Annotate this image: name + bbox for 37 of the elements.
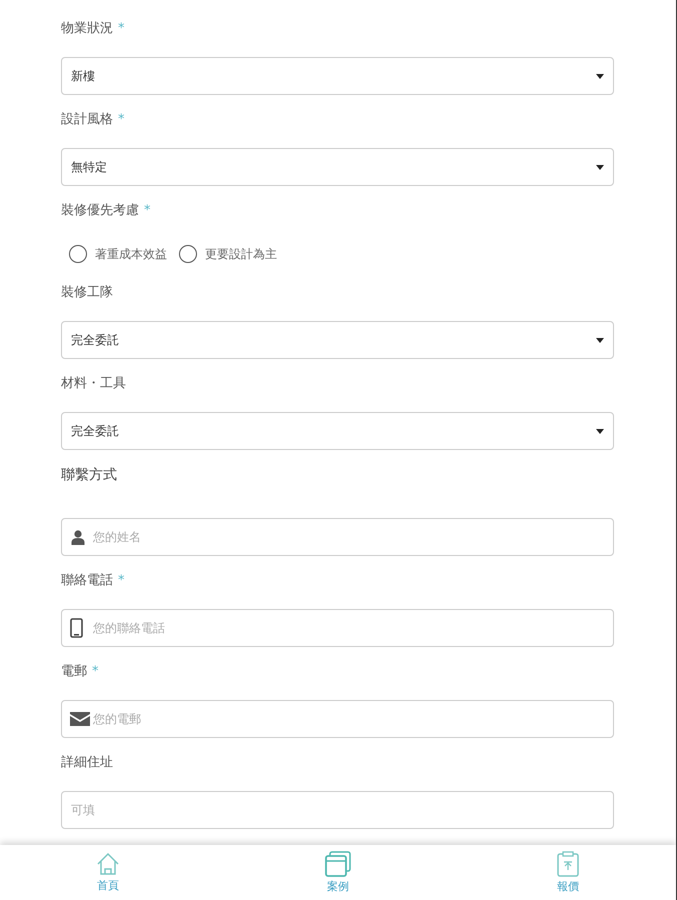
window-icon <box>325 851 351 877</box>
radio-option[interactable]: 著重成本效益 <box>69 245 167 263</box>
input-field[interactable]: 可填 <box>61 791 614 829</box>
input-field[interactable]: 您的姓名 <box>61 518 614 556</box>
field-label: 詳細住址 <box>61 754 113 772</box>
nav-tab[interactable]: 案例 <box>325 845 351 900</box>
required-mark: * <box>92 663 98 681</box>
field-label: 裝修優先考慮 <box>61 202 139 220</box>
required-mark: * <box>118 572 124 590</box>
clipboard-icon <box>557 851 579 877</box>
input-field[interactable]: 您的聯絡電話 <box>61 609 614 647</box>
field-label: 裝修工隊 <box>61 284 113 302</box>
caret-icon <box>596 338 604 342</box>
section-heading: 聯繫方式 <box>61 466 117 485</box>
caret-icon <box>596 74 604 78</box>
select-field[interactable]: 新樓 <box>61 57 614 95</box>
field-label: 物業狀況 <box>61 20 113 38</box>
select-field[interactable]: 完全委託 <box>61 321 614 359</box>
nav-tab[interactable]: 首頁 <box>95 845 121 900</box>
person-icon <box>70 529 86 545</box>
field-label: 材料・工具 <box>61 375 126 393</box>
nav-tab[interactable]: 報價 <box>555 845 581 900</box>
radio-option[interactable]: 更要設計為主 <box>179 245 277 263</box>
mail-icon <box>70 712 90 726</box>
field-label: 設計風格 <box>61 111 113 129</box>
home-icon <box>96 852 120 876</box>
field-label: 聯絡電話 <box>61 572 113 590</box>
caret-icon <box>596 428 604 434</box>
required-mark: * <box>118 20 124 38</box>
caret-icon <box>596 164 604 170</box>
input-field[interactable]: 您的電郵 <box>61 700 614 738</box>
select-field[interactable]: 無特定 <box>61 148 614 186</box>
phone-icon <box>70 618 83 638</box>
select-field[interactable]: 完全委託 <box>61 412 614 450</box>
field-label: 電郵 <box>61 663 87 681</box>
required-mark: * <box>118 111 124 129</box>
required-mark: * <box>144 202 150 220</box>
